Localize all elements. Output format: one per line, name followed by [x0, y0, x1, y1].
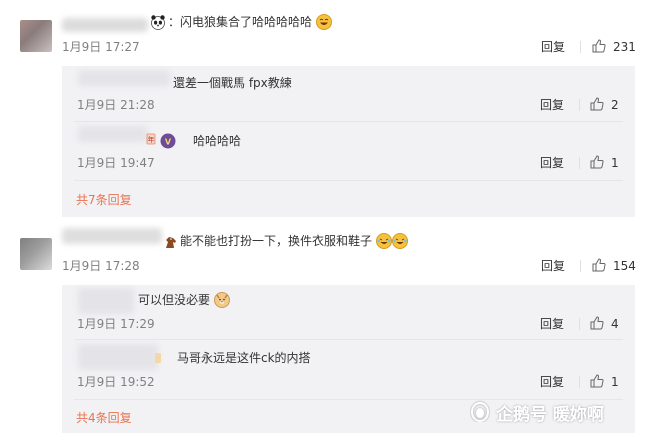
svg-text:V: V — [165, 138, 172, 147]
thumbs-up-icon — [591, 257, 607, 276]
crying-laughing-emoji-icon — [391, 233, 408, 249]
separator — [579, 376, 580, 388]
reply-date: 1月9日 19:47 — [77, 156, 155, 170]
reply-button[interactable]: 回复 — [540, 155, 564, 171]
like-count: 1 — [611, 156, 619, 170]
like-count: 4 — [611, 317, 619, 331]
laughing-emoji-icon — [315, 14, 332, 30]
divider — [74, 180, 623, 181]
divider — [74, 121, 623, 122]
reply-button[interactable]: 回复 — [541, 258, 565, 274]
reply-date: 1月9日 21:28 — [77, 98, 155, 112]
watermark: 企鹅号 暖妳啊 — [496, 405, 604, 425]
comment-date: 1月9日 17:27 — [62, 40, 140, 54]
reply-text: 马哥永远是这件ck的内搭 — [177, 351, 311, 365]
comment-text: ：闪电狼集合了哈哈哈哈哈 — [168, 14, 332, 30]
divider — [74, 339, 623, 340]
separator — [580, 260, 581, 272]
crying-laughing-emoji-icon — [375, 233, 392, 249]
reply-button[interactable]: 回复 — [540, 374, 564, 390]
reply-date: 1月9日 17:29 — [77, 317, 155, 331]
panda-emoji-icon — [150, 14, 166, 30]
separator — [579, 99, 580, 111]
vip-badge-icon: V — [160, 133, 176, 149]
like-count: 2 — [611, 98, 619, 112]
like-button[interactable]: 154 — [591, 257, 636, 276]
like-button[interactable]: 2 — [589, 96, 619, 115]
penguin-logo-icon — [470, 400, 490, 422]
horse-emoji-icon — [163, 234, 179, 250]
svg-text:年: 年 — [148, 135, 155, 144]
avatar[interactable] — [20, 238, 52, 270]
like-count: 1 — [611, 375, 619, 389]
thumbs-up-icon — [589, 373, 605, 392]
like-button[interactable]: 1 — [589, 373, 619, 392]
reply-username-blurred[interactable] — [78, 70, 170, 86]
like-button[interactable]: 1 — [589, 154, 619, 173]
reply-button[interactable]: 回复 — [540, 97, 564, 113]
comment-date: 1月9日 17:28 — [62, 259, 140, 273]
thumbs-up-icon — [589, 315, 605, 334]
reply-username-blurred[interactable] — [78, 288, 134, 314]
thumbs-up-icon — [589, 154, 605, 173]
reply-button[interactable]: 回复 — [540, 316, 564, 332]
like-count: 231 — [613, 40, 636, 54]
like-button[interactable]: 4 — [589, 315, 619, 334]
badge-icon — [155, 352, 161, 364]
reply-username-blurred[interactable] — [78, 126, 148, 142]
thumbs-up-icon — [591, 38, 607, 57]
username-blurred[interactable] — [62, 18, 148, 32]
reply-text: 哈哈哈哈 — [193, 134, 242, 148]
reply-button[interactable]: 回复 — [541, 39, 565, 55]
separator — [580, 41, 581, 53]
username-blurred[interactable] — [62, 228, 162, 244]
like-count: 154 — [613, 259, 636, 273]
more-replies-link[interactable]: 共7条回复 — [76, 192, 132, 208]
reply-date: 1月9日 19:52 — [77, 375, 155, 389]
reply-username-blurred[interactable] — [78, 344, 158, 370]
like-button[interactable]: 231 — [591, 38, 636, 57]
badge-icon: 年 — [146, 133, 156, 145]
avatar[interactable] — [20, 20, 52, 52]
thumbs-up-icon — [589, 96, 605, 115]
more-replies-link[interactable]: 共4条回复 — [76, 410, 132, 426]
doge-emoji-icon — [213, 292, 230, 308]
reply-text: 還差一個戰馬 fpx教練 — [173, 76, 292, 90]
separator — [579, 157, 580, 169]
separator — [579, 318, 580, 330]
reply-text: 可以但没必要 — [138, 292, 230, 308]
comment-text: 能不能也打扮一下，换件衣服和鞋子 — [180, 233, 408, 249]
